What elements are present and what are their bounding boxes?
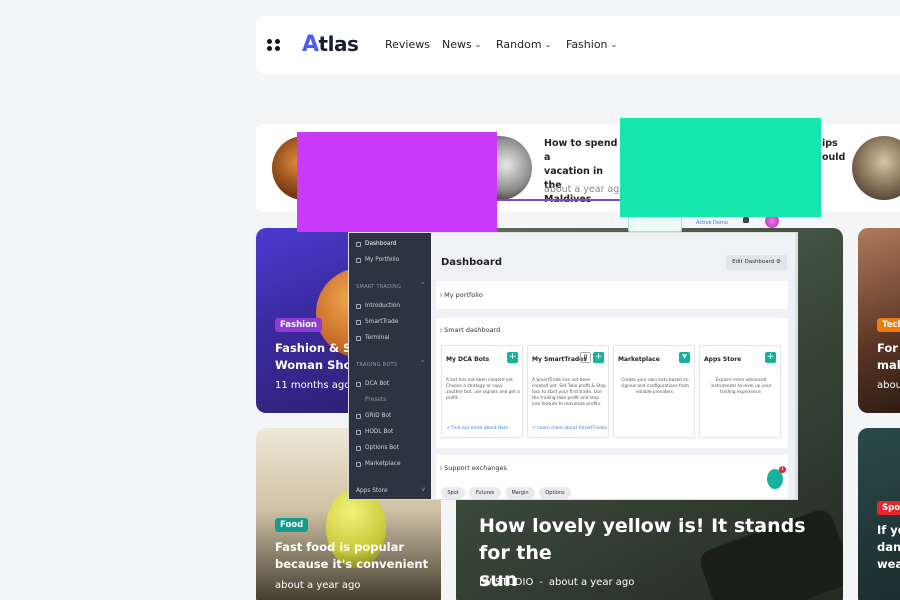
active-indicator (496, 199, 626, 201)
sidebar-item-smarttrade[interactable]: SmartTrade (356, 319, 398, 325)
sidebar-section-smart-trading[interactable]: SMART TRADING (356, 284, 401, 290)
category-tag[interactable]: Fashion (275, 318, 322, 332)
dashboard-mode-label[interactable]: Active Demo (696, 220, 728, 226)
tile-link[interactable]: ↗ Find out more about Bots (446, 426, 508, 431)
category-tag[interactable]: Tech (877, 318, 900, 332)
scrollbar[interactable] (795, 233, 797, 499)
post-meta: IW STUDIO - about a year ago (479, 577, 635, 588)
add-button[interactable]: + (593, 352, 604, 363)
post-date: about a year ago (548, 577, 635, 588)
hodl-bot-icon (356, 429, 361, 435)
tile-my-smarttrades[interactable]: My SmartTrades 0 + A SmartTrade has not … (527, 345, 609, 438)
exchange-pill[interactable]: Margin (505, 487, 535, 499)
sidebar-item-dca-bot[interactable]: DCA Bot (356, 381, 389, 387)
add-button[interactable]: + (507, 352, 518, 363)
tile-link[interactable]: ↗ Learn more about SmartTrades (532, 426, 607, 431)
chevron-down-icon: ⌄ (610, 40, 618, 49)
nav-reviews[interactable]: Reviews (385, 38, 430, 51)
sidebar-item-options-bot[interactable]: Options Bot (356, 445, 399, 451)
tile-my-dca-bots[interactable]: My DCA Bots + A bot has not been created… (441, 345, 523, 438)
dca-bot-icon (356, 381, 361, 387)
exchange-pill[interactable]: Futures (469, 487, 501, 499)
add-button[interactable]: + (765, 352, 776, 363)
chevron-down-icon[interactable]: v (421, 486, 425, 493)
sidebar-item-portfolio[interactable]: My Portfolio (356, 257, 399, 263)
sidebar-item-introduction[interactable]: Introduction (356, 303, 400, 309)
site-header: Atlas Reviews News ⌄ Random ⌄ Fashion ⌄ (256, 16, 900, 74)
post-date: 11 months ago (275, 380, 351, 391)
count-badge: 0 (580, 352, 591, 363)
edit-dashboard-button[interactable]: Edit Dashboard ⚙ (726, 255, 787, 270)
post-title[interactable]: How to spend a vacation in the Maldives (544, 137, 622, 207)
nav-fashion[interactable]: Fashion ⌄ (566, 38, 617, 51)
dashboard-icon (356, 241, 361, 247)
dashboard-overlay: Dashboard My Portfolio SMART TRADING ^ I… (348, 232, 798, 500)
post-date: about a year ago (275, 580, 361, 591)
menu-icon[interactable] (267, 39, 281, 51)
smarttrade-icon (356, 319, 361, 325)
sidebar-item-presets[interactable]: Presets (365, 397, 386, 403)
site-logo[interactable]: Atlas (302, 30, 359, 58)
category-tag[interactable]: Spor (877, 501, 900, 515)
cart-icon[interactable]: ▾ (679, 352, 690, 363)
sidebar-item-hodl-bot[interactable]: HODL Bot (356, 429, 393, 435)
nav-random[interactable]: Random ⌄ (496, 38, 551, 51)
panel-title: ⁞ Support exchanges (440, 464, 507, 472)
post-date: about a year ago (544, 184, 626, 195)
nav-news[interactable]: News ⌄ (442, 38, 481, 51)
chevron-up-icon[interactable]: ^ (420, 360, 425, 367)
chevron-down-icon: ⌄ (474, 40, 482, 49)
options-bot-icon (356, 445, 361, 451)
color-block-overlay (620, 118, 821, 217)
sidebar-item-apps-store[interactable]: Apps Store (356, 488, 388, 494)
post-title[interactable]: For gmak (877, 340, 900, 374)
post-title[interactable]: If yodancwea (877, 522, 900, 573)
category-tag[interactable]: Food (275, 518, 309, 532)
panel-title: ⁞ Smart dashboard (440, 326, 501, 334)
portfolio-icon (356, 257, 361, 263)
chevron-down-icon: ⌄ (544, 40, 552, 49)
post-thumbnail[interactable] (852, 136, 900, 200)
sidebar-item-dashboard[interactable]: Dashboard (356, 241, 396, 247)
chevron-up-icon[interactable]: ^ (420, 282, 425, 289)
notification-badge: 1 (779, 466, 786, 473)
dashboard-sidebar: Dashboard My Portfolio SMART TRADING ^ I… (349, 233, 431, 499)
author-name[interactable]: IW STUDIO (479, 577, 533, 588)
color-block-overlay (297, 132, 497, 232)
tile-marketplace[interactable]: Marketplace ▾ Create your own bots based… (613, 345, 695, 438)
sidebar-section-trading-bots[interactable]: TRADING BOTS (356, 362, 397, 368)
marketplace-icon (356, 461, 361, 467)
terminal-icon (356, 335, 361, 341)
exchange-pill[interactable]: Options (539, 487, 571, 499)
dashboard-main: Dashboard Edit Dashboard ⚙ ⁞ My portfoli… (431, 233, 797, 499)
post-title-fragment[interactable]: ips ould (822, 137, 845, 165)
exchange-pill[interactable]: Spot (441, 487, 465, 499)
my-portfolio-panel[interactable]: ⁞ My portfolio (436, 281, 788, 309)
post-date: abou (877, 380, 900, 391)
panel-title: ⁞ My portfolio (440, 291, 483, 299)
sidebar-item-grid-bot[interactable]: GRID Bot (356, 413, 391, 419)
grid-bot-icon (356, 413, 361, 419)
post-title[interactable]: Fast food is popular because it's conveni… (275, 539, 428, 573)
sidebar-item-terminal[interactable]: Terminal (356, 335, 390, 341)
bell-icon[interactable] (743, 216, 749, 223)
page-title: Dashboard (441, 257, 502, 268)
tile-apps-store[interactable]: Apps Store + Explore more advanced instr… (699, 345, 781, 438)
sidebar-item-marketplace[interactable]: Marketplace (356, 461, 401, 467)
chat-icon[interactable]: 1 (767, 466, 786, 489)
post-card-sport[interactable]: Spor If yodancwea (858, 428, 900, 600)
post-card-tech[interactable]: Tech For gmak abou (858, 228, 900, 413)
introduction-icon (356, 303, 361, 309)
